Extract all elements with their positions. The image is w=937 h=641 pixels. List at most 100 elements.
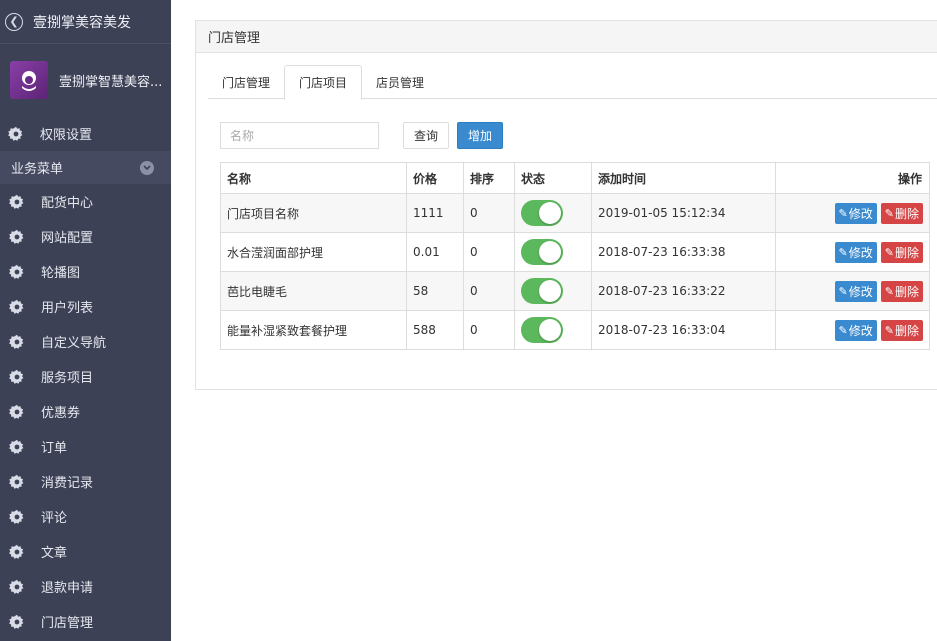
- name-search-input[interactable]: [220, 122, 379, 149]
- edit-button-label: 修改: [848, 245, 873, 260]
- sidebar-item[interactable]: 用户列表: [0, 289, 171, 324]
- status-toggle[interactable]: [521, 239, 563, 265]
- edit-button[interactable]: ✎ 修改: [834, 319, 877, 341]
- edit-button[interactable]: ✎ 修改: [834, 202, 877, 224]
- sidebar-item-label: 文章: [41, 546, 68, 561]
- edit-icon: ✎: [884, 206, 894, 220]
- chevron-down-icon: [140, 160, 154, 175]
- woman-face-icon: [22, 71, 36, 91]
- tab-store-management[interactable]: 门店管理: [208, 65, 284, 99]
- gear-icon: [8, 298, 25, 315]
- sidebar-item-permissions[interactable]: 权限设置: [0, 116, 171, 151]
- edit-icon: ✎: [884, 323, 894, 337]
- sidebar-item-label: 服务项目: [41, 371, 94, 386]
- cell-status: [514, 271, 592, 311]
- add-button[interactable]: 增加: [457, 122, 504, 149]
- sidebar-item-label: 消费记录: [41, 476, 94, 491]
- toggle-knob: [539, 241, 561, 263]
- edit-button[interactable]: ✎ 修改: [834, 280, 877, 302]
- brand-name: 壹捌掌智慧美容...: [59, 74, 163, 90]
- edit-button[interactable]: ✎ 修改: [834, 241, 877, 263]
- status-toggle[interactable]: [521, 317, 563, 343]
- status-toggle[interactable]: [521, 200, 563, 226]
- sidebar-item[interactable]: 轮播图: [0, 254, 171, 289]
- delete-button[interactable]: ✎ 删除: [880, 241, 923, 263]
- sidebar-item[interactable]: 服务项目: [0, 359, 171, 394]
- cell-status: [514, 310, 592, 350]
- cell-price: 588: [406, 310, 464, 350]
- sidebar-section-business-menu[interactable]: 业务菜单: [0, 151, 171, 184]
- cell-sort: 0: [463, 193, 515, 233]
- toggle-knob: [539, 280, 561, 302]
- cell-name: 能量补湿紧致套餐护理: [220, 310, 407, 350]
- edit-icon: ✎: [838, 245, 848, 259]
- sidebar-item[interactable]: 门店管理: [0, 604, 171, 639]
- gear-icon: [8, 613, 25, 630]
- sidebar-item[interactable]: 评论: [0, 499, 171, 534]
- toggle-knob: [539, 319, 561, 341]
- gear-icon: [8, 403, 25, 420]
- delete-button[interactable]: ✎ 删除: [880, 319, 923, 341]
- edit-button-label: 修改: [848, 206, 873, 221]
- table-row: 芭比电睫毛 58 0 2018-07-23 16:33:22 ✎ 修改 ✎ 删除: [220, 271, 930, 311]
- tab-bar: 门店管理 门店项目 店员管理: [208, 65, 937, 100]
- gear-icon: [8, 263, 25, 280]
- sidebar-item[interactable]: 文章: [0, 534, 171, 569]
- cell-sort: 0: [463, 271, 515, 311]
- sidebar-item[interactable]: 优惠券: [0, 394, 171, 429]
- edit-button-label: 修改: [848, 284, 873, 299]
- edit-icon: ✎: [884, 284, 894, 298]
- sidebar-item-label: 配货中心: [41, 196, 94, 211]
- gear-icon: [8, 228, 25, 245]
- cell-actions: ✎ 修改 ✎ 删除: [775, 310, 930, 350]
- delete-button-label: 删除: [894, 245, 919, 260]
- query-button[interactable]: 查询: [403, 122, 450, 149]
- edit-icon: ✎: [838, 206, 848, 220]
- delete-button[interactable]: ✎ 删除: [880, 280, 923, 302]
- toggle-knob: [539, 202, 561, 224]
- cell-price: 1111: [406, 193, 464, 233]
- gear-icon: [8, 368, 25, 385]
- col-header-name: 名称: [220, 162, 407, 194]
- cell-name: 水合滢润面部护理: [220, 232, 407, 272]
- cell-added-time: 2019-01-05 15:12:34: [591, 193, 776, 233]
- edit-button-label: 修改: [848, 323, 873, 338]
- edit-icon: ✎: [884, 245, 894, 259]
- delete-button[interactable]: ✎ 删除: [880, 202, 923, 224]
- brand-logo: [10, 61, 48, 99]
- tab-store-projects[interactable]: 门店项目: [284, 65, 363, 100]
- sidebar-items: 配货中心网站配置 轮播图 用户列表 自定义导航服务项目优惠券 订单消费记录评论文章退款申…: [0, 184, 171, 639]
- edit-icon: ✎: [838, 323, 848, 337]
- cell-price: 58: [406, 271, 464, 311]
- delete-button-label: 删除: [894, 284, 919, 299]
- main-panel: 门店管理 门店管理 门店项目 店员管理 查询 增加 名称 价格 排序 状态 添加…: [195, 20, 937, 390]
- cell-name: 门店项目名称: [220, 193, 407, 233]
- project-table: 名称 价格 排序 状态 添加时间 操作 门店项目名称 1111 0 2019-01-0…: [220, 162, 930, 350]
- sidebar-item[interactable]: 自定义导航: [0, 324, 171, 359]
- tab-staff-management[interactable]: 店员管理: [362, 65, 438, 99]
- table-row: 能量补湿紧致套餐护理 588 0 2018-07-23 16:33:04 ✎ 修改 ✎ 删除: [220, 310, 930, 350]
- gear-icon: [8, 333, 25, 350]
- sidebar-item[interactable]: 配货中心: [0, 184, 171, 219]
- sidebar-item-label: 权限设置: [40, 128, 93, 143]
- sidebar-item[interactable]: 订单: [0, 429, 171, 464]
- table-row: 门店项目名称 1111 0 2019-01-05 15:12:34 ✎ 修改 ✎ 删除: [220, 193, 930, 233]
- gear-icon: [8, 543, 25, 560]
- edit-icon: ✎: [838, 284, 848, 298]
- gear-icon: [8, 508, 25, 525]
- table-row: 水合滢润面部护理 0.01 0 2018-07-23 16:33:38 ✎ 修改 ✎ 删除: [220, 232, 930, 272]
- back-icon[interactable]: ❮: [5, 12, 23, 31]
- cell-sort: 0: [463, 232, 515, 272]
- col-header-sort: 排序: [463, 162, 515, 194]
- sidebar-item[interactable]: 消费记录: [0, 464, 171, 499]
- status-toggle[interactable]: [521, 278, 563, 304]
- cell-actions: ✎ 修改 ✎ 删除: [775, 193, 930, 233]
- cell-status: [514, 232, 592, 272]
- sidebar-brand: 壹捌掌智慧美容...: [0, 44, 171, 116]
- table-body: 门店项目名称 1111 0 2019-01-05 15:12:34 ✎ 修改 ✎ 删除 水合滢润…: [220, 193, 930, 350]
- cell-price: 0.01: [406, 232, 464, 272]
- sidebar-app-title: 壹捌掌美容美发: [33, 14, 131, 31]
- sidebar-item[interactable]: 退款申请: [0, 569, 171, 604]
- sidebar-item[interactable]: 网站配置: [0, 219, 171, 254]
- gear-icon: [8, 438, 25, 455]
